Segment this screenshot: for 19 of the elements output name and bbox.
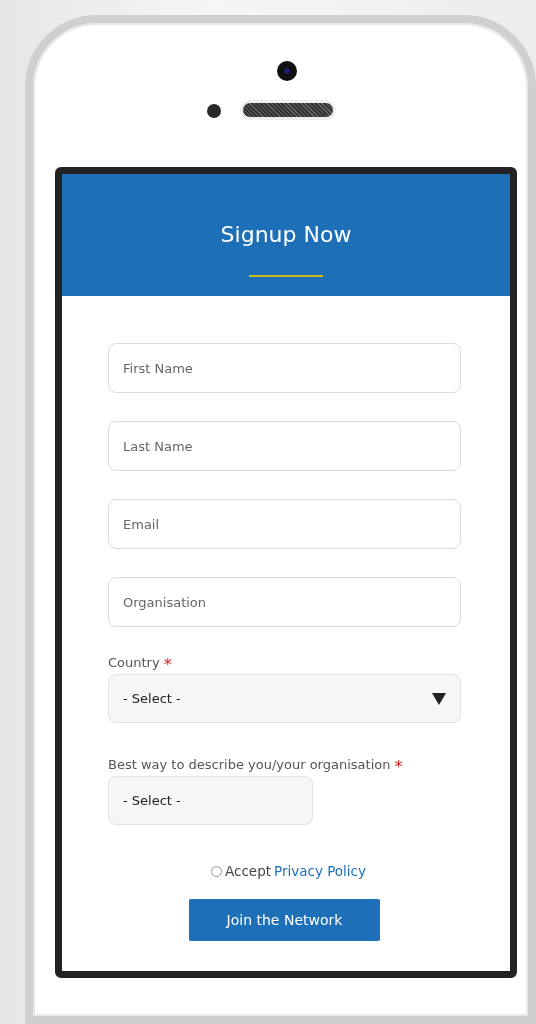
required-mark: * — [163, 655, 172, 674]
caret-icon — [432, 692, 446, 705]
form-title: Signup Now — [220, 221, 352, 249]
join-button[interactable]: Join the Network — [189, 899, 380, 941]
input-field[interactable]: Email — [108, 499, 461, 549]
consent-text: Accept — [225, 863, 271, 879]
camera-icon — [277, 61, 297, 81]
field-label: Best way to describe you/your organisation — [108, 757, 391, 772]
select-dropdown[interactable]: - Select - — [108, 674, 461, 723]
input-field[interactable]: Last Name — [108, 421, 461, 471]
sensor-icon — [207, 104, 221, 118]
radio-button[interactable] — [211, 865, 222, 877]
input-field[interactable]: Organisation — [108, 577, 461, 627]
privacy-policy-link[interactable]: Privacy Policy — [274, 863, 366, 879]
field-label: Country — [108, 655, 160, 670]
input-field[interactable]: First Name — [108, 343, 461, 393]
required-mark: * — [394, 757, 403, 776]
speaker-icon — [243, 103, 333, 117]
select-dropdown[interactable]: - Select - — [108, 776, 313, 825]
